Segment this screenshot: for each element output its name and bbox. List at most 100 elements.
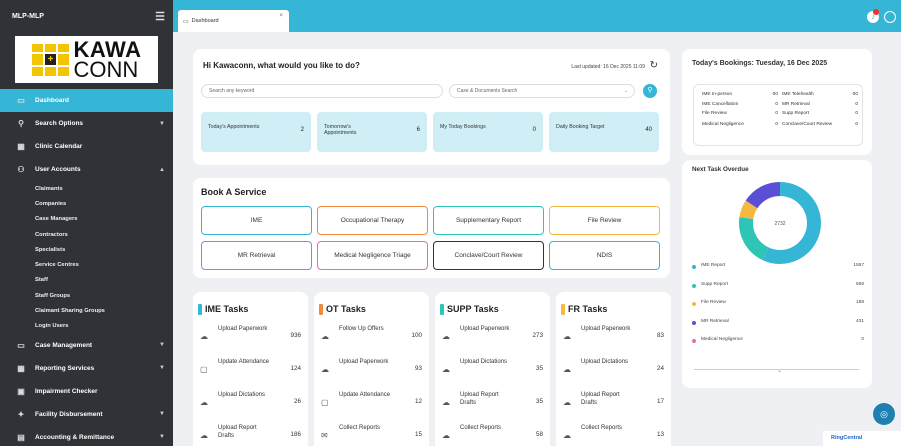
service-button-medical-negligence-triage[interactable]: Medical Negligence Triage xyxy=(317,241,428,270)
task-count: 15 xyxy=(414,431,422,438)
task-row[interactable]: ☁ Upload Dictations 24 xyxy=(563,356,666,386)
task-title: SUPP Tasks xyxy=(447,304,499,314)
legend-swatch xyxy=(692,339,696,343)
refresh-icon[interactable]: ↻ xyxy=(650,60,658,71)
search-input[interactable]: Search any keyword xyxy=(201,84,443,98)
task-label: Upload Report Drafts xyxy=(218,425,257,439)
legend-item: File Review 188 xyxy=(692,300,864,310)
close-icon[interactable]: × xyxy=(279,13,283,19)
booking-value: 0 xyxy=(855,111,858,116)
task-row[interactable]: ☁ Upload Paperwork 83 xyxy=(563,323,666,353)
submenu-item-contractors[interactable]: Contractors xyxy=(0,227,173,242)
booking-row: MR Retrieval 0 xyxy=(782,102,858,110)
task-row[interactable]: ☁ Upload Paperwork 936 xyxy=(200,323,303,353)
submenu-item-companies[interactable]: Companies xyxy=(0,196,173,211)
task-row[interactable]: ▢ Update Attendance 12 xyxy=(321,389,424,419)
submenu-item-staff[interactable]: Staff xyxy=(0,273,173,288)
submenu-item-case-managers[interactable]: Case Managers xyxy=(0,212,173,227)
legend-label: MR Retrieval xyxy=(701,318,729,324)
sidebar-item-accounting-remittance[interactable]: ▤ Accounting & Remittance ▼ xyxy=(0,426,173,446)
chevron-down-icon[interactable]: ⌄ xyxy=(777,367,782,374)
calendar-icon: ▢ xyxy=(200,365,208,374)
stat-card[interactable]: Daily Booking Target 40 xyxy=(549,112,659,152)
task-count: 17 xyxy=(656,398,664,405)
case-search-select[interactable]: Case & Documents Search ⌄ xyxy=(449,84,635,98)
sidebar-item-dashboard[interactable]: ▭ Dashboard xyxy=(0,89,173,112)
stat-card[interactable]: My Today Bookings 0 xyxy=(433,112,543,152)
submenu-item-claimants[interactable]: Claimants xyxy=(0,181,173,196)
task-row[interactable]: ☁ Collect Reports 58 xyxy=(442,422,545,446)
task-row[interactable]: ☁ Upload Report Drafts 186 xyxy=(200,422,303,446)
service-button-conclave-court-review[interactable]: Conclave/Court Review xyxy=(433,241,544,270)
overdue-title: Next Task Overdue xyxy=(692,166,749,173)
booking-row: IME Cancellation 0 xyxy=(702,102,778,110)
service-button-ndis[interactable]: NDIS xyxy=(549,241,660,270)
task-title: OT Tasks xyxy=(326,304,366,314)
service-button-ime[interactable]: IME xyxy=(201,206,312,235)
service-button-file-review[interactable]: File Review xyxy=(549,206,660,235)
sidebar-item-label: Dashboard xyxy=(35,97,69,104)
task-count: 24 xyxy=(656,365,664,372)
legend-swatch xyxy=(692,283,696,288)
task-count: 83 xyxy=(656,332,664,339)
task-row[interactable]: ☁ Upload Report Drafts 35 xyxy=(442,389,545,419)
legend-label: Medical Negligence xyxy=(701,337,743,342)
legend-item: IME Report 1557 xyxy=(692,263,864,273)
task-count: 35 xyxy=(535,398,543,405)
legend-item: Medical Negligence 0 xyxy=(692,337,864,347)
submenu-item-login-users[interactable]: Login Users xyxy=(0,319,173,334)
service-button-occupational-therapy[interactable]: Occupational Therapy xyxy=(317,206,428,235)
user-accounts-submenu: Claimants Companies Case Managers Contracto… xyxy=(0,181,173,334)
book-service-title: Book A Service xyxy=(201,187,267,197)
tab-dashboard[interactable]: ▭ Dashboard × xyxy=(178,10,289,32)
booking-row: IME Telehealth 00 xyxy=(782,92,858,100)
legend-label: File Review xyxy=(701,300,726,305)
task-row[interactable]: ✉ Collect Reports 15 xyxy=(321,422,424,446)
task-count: 100 xyxy=(411,332,422,339)
submenu-item-claimant-sharing-groups[interactable]: Claimant Sharing Groups xyxy=(0,303,173,318)
sidebar-item-clinic-calendar[interactable]: ▦ Clinic Calendar xyxy=(0,135,173,158)
sidebar-item-impairment-checker[interactable]: ▣ Impairment Checker xyxy=(0,380,173,403)
greeting-card: Hi Kawaconn, what would you like to do? … xyxy=(193,49,670,165)
task-count: 124 xyxy=(290,365,301,372)
task-row[interactable]: ☁ Upload Report Drafts 17 xyxy=(563,389,666,419)
sidebar-item-facility-disbursement[interactable]: ✦ Facility Disbursement ▼ xyxy=(0,403,173,426)
task-row[interactable]: ☁ Upload Paperwork 93 xyxy=(321,356,424,386)
stat-card[interactable]: Today's Appointments 2 xyxy=(201,112,311,152)
task-card-supp-tasks: SUPP Tasks ☁ Upload Paperwork 273 ☁ Upload Di… xyxy=(435,292,550,446)
upload-icon: ☁ xyxy=(442,431,450,440)
submenu-item-staff-groups[interactable]: Staff Groups xyxy=(0,288,173,303)
task-row[interactable]: ☁ Collect Reports 13 xyxy=(563,422,666,446)
stat-card[interactable]: Tomorrow's Appointments 6 xyxy=(317,112,427,152)
task-color-marker xyxy=(319,304,323,315)
ringcentral-widget[interactable]: RingCentral xyxy=(823,431,901,446)
settings-icon: ✦ xyxy=(17,409,25,419)
chat-button[interactable]: ◎ xyxy=(873,403,895,425)
submenu-item-specialists[interactable]: Specialists xyxy=(0,242,173,257)
task-row[interactable]: ☁ Follow Up Offers 100 xyxy=(321,323,424,353)
sidebar-item-user-accounts[interactable]: ⚇ User Accounts ▲ xyxy=(0,158,173,181)
task-row[interactable]: ▢ Update Attendance 124 xyxy=(200,356,303,386)
upload-icon: ☁ xyxy=(442,365,450,374)
donut-slice-supp-report xyxy=(739,216,769,261)
user-icon[interactable] xyxy=(884,11,896,23)
task-label: Upload Report Drafts xyxy=(581,392,620,406)
upload-icon: ☁ xyxy=(442,332,450,341)
booking-label: IME In-person xyxy=(702,92,733,97)
sidebar-item-search-options[interactable]: ⚲ Search Options ▼ xyxy=(0,112,173,135)
booking-label: Conclave/Court Review xyxy=(782,121,833,127)
task-row[interactable]: ☁ Upload Paperwork 273 xyxy=(442,323,545,353)
service-button-supplementary-report[interactable]: Supplementary Report xyxy=(433,206,544,235)
task-row[interactable]: ☁ Upload Dictations 35 xyxy=(442,356,545,386)
task-row[interactable]: ☁ Upload Dictations 26 xyxy=(200,389,303,419)
sidebar-item-reporting-services[interactable]: ▦ Reporting Services ▼ xyxy=(0,357,173,380)
upload-icon: ☁ xyxy=(442,398,450,407)
submenu-item-service-centres[interactable]: Service Centres xyxy=(0,257,173,272)
legend-item: Supp Report 556 xyxy=(692,282,864,292)
search-button[interactable]: ⚲ xyxy=(643,84,657,98)
sidebar-item-case-management[interactable]: ▭ Case Management ▼ xyxy=(0,334,173,357)
stat-value: 0 xyxy=(532,127,536,133)
service-button-mr-retrieval[interactable]: MR Retrieval xyxy=(201,241,312,270)
upload-icon: ☁ xyxy=(321,332,329,341)
menu-icon[interactable]: ☰ xyxy=(155,10,165,23)
